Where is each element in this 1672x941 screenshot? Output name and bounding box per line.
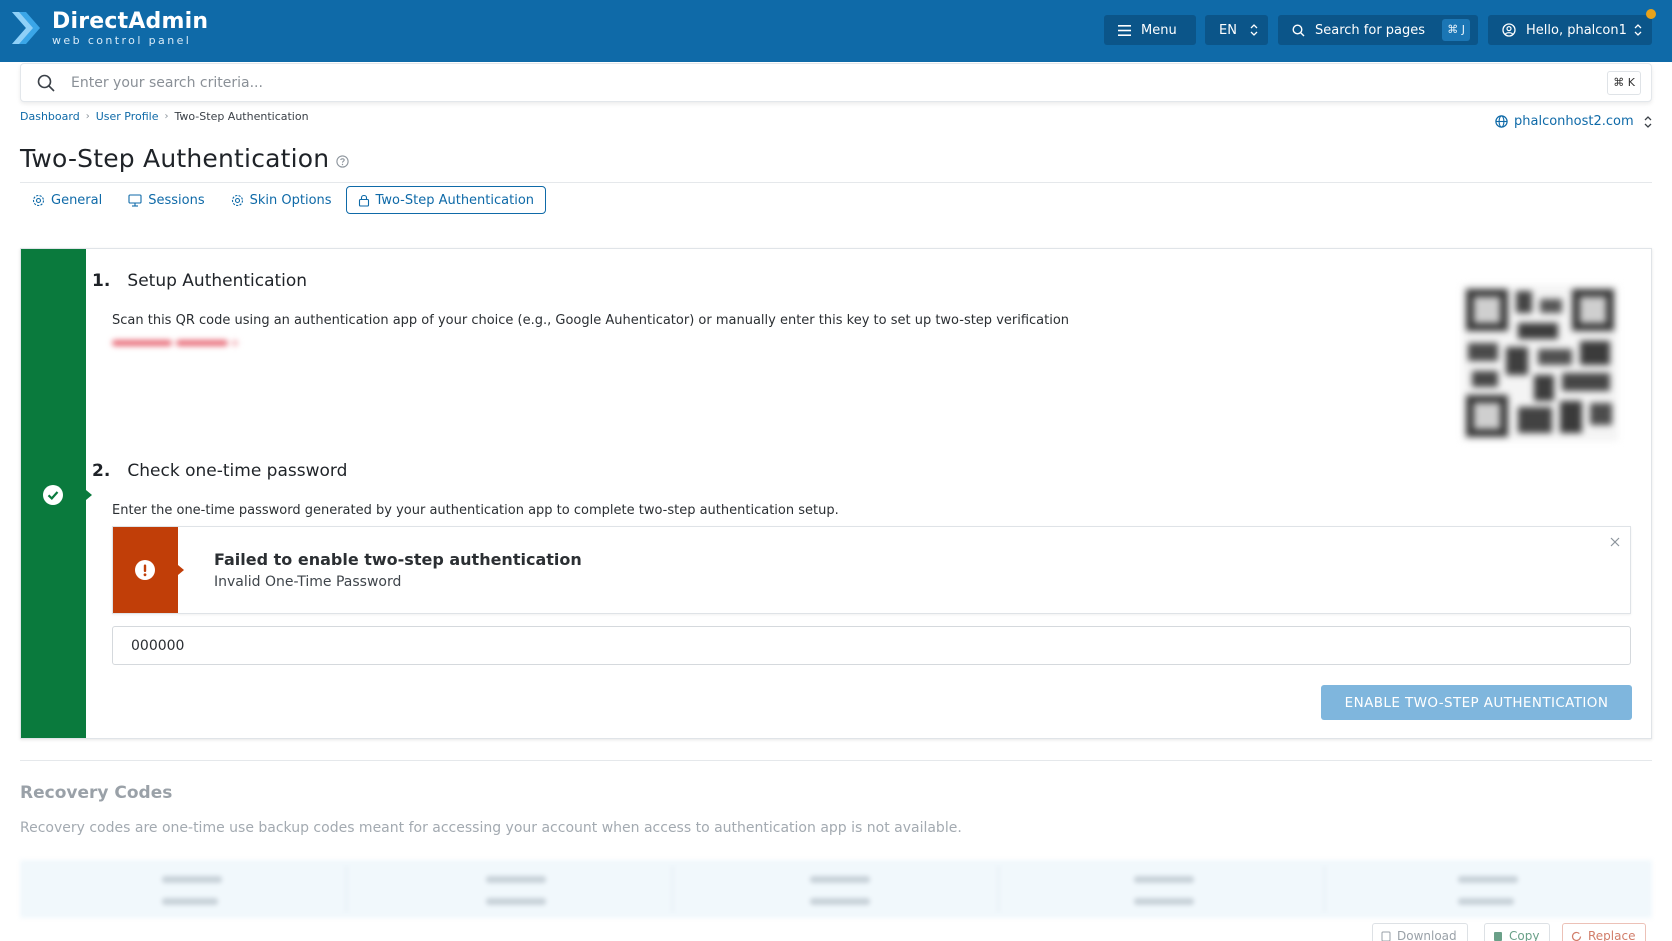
tab-general[interactable]: General — [20, 186, 114, 214]
enable-two-step-button[interactable]: ENABLE TWO-STEP AUTHENTICATION — [1321, 685, 1632, 720]
updown-chevron-icon — [1634, 24, 1642, 36]
download-icon — [1381, 931, 1391, 941]
check-circle-icon — [43, 485, 63, 505]
replace-label: Replace — [1588, 929, 1636, 941]
step2-number: 2. — [92, 461, 111, 481]
recovery-codes-description: Recovery codes are one-time use backup c… — [20, 820, 962, 836]
breadcrumb-current: Two-Step Authentication — [174, 110, 309, 123]
alert-status-strip — [113, 527, 178, 613]
domain-selector[interactable]: phalconhost2.com — [1495, 114, 1652, 129]
logo[interactable]: DirectAdmin web control panel — [10, 8, 208, 48]
step2-instructions: Enter the one-time password generated by… — [112, 503, 839, 518]
section-divider — [20, 760, 1652, 761]
tab-two-step-authentication[interactable]: Two-Step Authentication — [345, 186, 547, 214]
global-search-bar: ⌘ K — [20, 63, 1652, 102]
step2-heading: 2. Check one-time password — [92, 461, 347, 481]
setup-wizard-card: 1. Setup Authentication Scan this QR cod… — [20, 248, 1652, 739]
copy-codes-button[interactable]: Copy — [1484, 923, 1551, 941]
alert-title: Failed to enable two-step authentication — [214, 550, 582, 569]
domain-value: phalconhost2.com — [1514, 114, 1634, 129]
step1-instructions: Scan this QR code using an authenticatio… — [112, 313, 1070, 328]
chevron-right-icon: › — [164, 111, 169, 122]
directadmin-logo-icon — [12, 12, 40, 44]
language-selector[interactable]: EN — [1205, 15, 1268, 45]
strip-pointer — [86, 490, 92, 500]
tab-sessions[interactable]: Sessions — [116, 186, 216, 214]
step1-title: Setup Authentication — [127, 271, 308, 291]
search-icon — [1292, 23, 1305, 36]
monitor-icon — [128, 193, 142, 207]
lock-icon — [358, 194, 369, 207]
search-shortcut-badge: ⌘ K — [1607, 71, 1641, 95]
updown-chevron-icon — [1250, 24, 1258, 36]
gear-icon — [32, 194, 45, 206]
menu-label: Menu — [1141, 22, 1177, 38]
copy-label: Copy — [1509, 929, 1540, 941]
download-label: Download — [1397, 929, 1457, 941]
search-pages-button[interactable]: Search for pages ⌘ J — [1278, 15, 1478, 45]
wizard-status-strip — [21, 249, 86, 738]
title-divider — [20, 182, 1652, 183]
page-title: Two-Step Authentication — [20, 144, 330, 173]
menu-button[interactable]: Menu — [1104, 15, 1196, 45]
copy-icon — [1494, 931, 1502, 941]
chevron-right-icon: › — [85, 111, 90, 122]
step2-title: Check one-time password — [127, 461, 348, 481]
user-circle-icon — [1502, 23, 1516, 37]
download-codes-button[interactable]: Download — [1372, 923, 1468, 941]
error-alert: Failed to enable two-step authentication… — [112, 526, 1631, 614]
gear-icon — [231, 194, 243, 206]
replace-codes-button[interactable]: Replace — [1562, 923, 1647, 941]
alert-pointer — [178, 565, 184, 575]
tab-label: Two-Step Authentication — [375, 192, 535, 208]
step1-number: 1. — [92, 271, 111, 291]
updown-chevron-icon — [1644, 115, 1652, 128]
tab-label: General — [51, 192, 103, 208]
global-search-input[interactable] — [71, 64, 1521, 101]
brand-subtitle: web control panel — [52, 33, 192, 47]
close-icon[interactable] — [1610, 537, 1620, 547]
recovery-codes-title: Recovery Codes — [20, 783, 173, 803]
alert-message: Invalid One-Time Password — [214, 574, 402, 590]
brand-name: DirectAdmin — [52, 8, 209, 34]
breadcrumb: Dashboard › User Profile › Two-Step Auth… — [20, 110, 309, 123]
tab-label: Sessions — [148, 192, 205, 208]
refresh-icon — [1571, 931, 1582, 941]
exclamation-circle-icon — [135, 560, 155, 580]
tab-label: Skin Options — [249, 192, 332, 208]
globe-icon — [1495, 115, 1508, 128]
user-greeting: Hello, phalcon1 — [1526, 22, 1627, 38]
otp-input[interactable] — [112, 626, 1631, 665]
secret-key-redacted — [112, 332, 242, 346]
tab-skin-options[interactable]: Skin Options — [219, 186, 344, 214]
breadcrumb-dashboard[interactable]: Dashboard — [20, 110, 80, 123]
breadcrumb-user-profile[interactable]: User Profile — [96, 110, 159, 123]
profile-tabs: General Sessions Skin Options Two-Step A… — [20, 186, 548, 214]
qr-code-image — [1462, 285, 1618, 441]
step1-heading: 1. Setup Authentication — [92, 271, 307, 291]
search-pages-label: Search for pages — [1315, 22, 1426, 38]
hamburger-icon — [1118, 24, 1131, 36]
help-icon[interactable] — [336, 155, 349, 168]
recovery-codes-table-redacted — [20, 860, 1652, 918]
notification-dot — [1646, 9, 1656, 19]
language-value: EN — [1219, 22, 1237, 38]
user-menu-button[interactable]: Hello, phalcon1 — [1488, 15, 1652, 45]
search-icon — [37, 74, 55, 92]
top-header: DirectAdmin web control panel Menu EN Se… — [0, 0, 1672, 62]
search-shortcut-badge: ⌘ J — [1442, 19, 1470, 41]
